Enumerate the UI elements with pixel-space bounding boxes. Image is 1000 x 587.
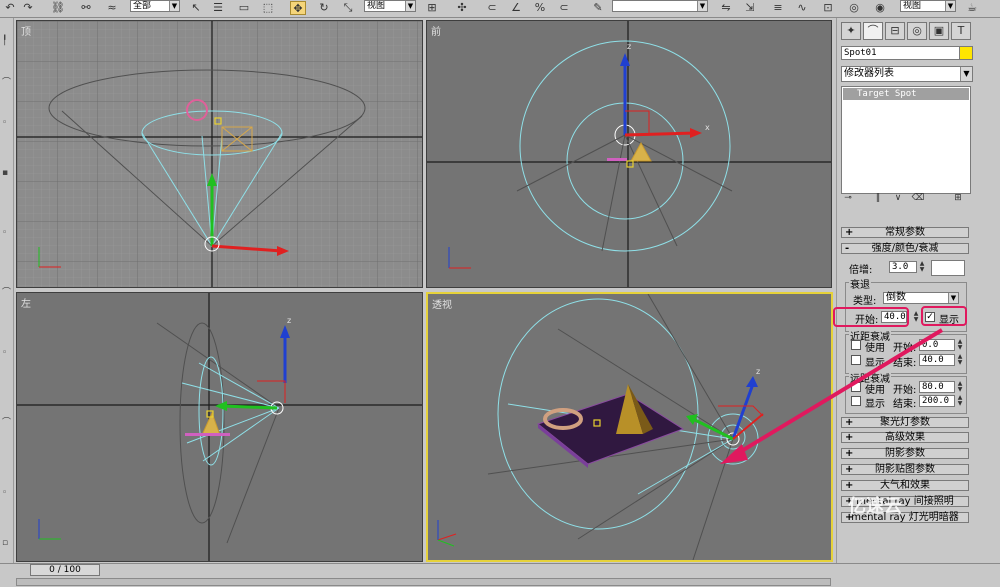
time-slider[interactable]: 0 / 100 [30, 564, 100, 576]
watermark: 亿速云 [848, 492, 978, 522]
timeline-track[interactable] [16, 578, 831, 586]
watermark-text: 亿速云 [848, 496, 902, 517]
bottom-bar: 0 / 100 [0, 563, 1000, 587]
